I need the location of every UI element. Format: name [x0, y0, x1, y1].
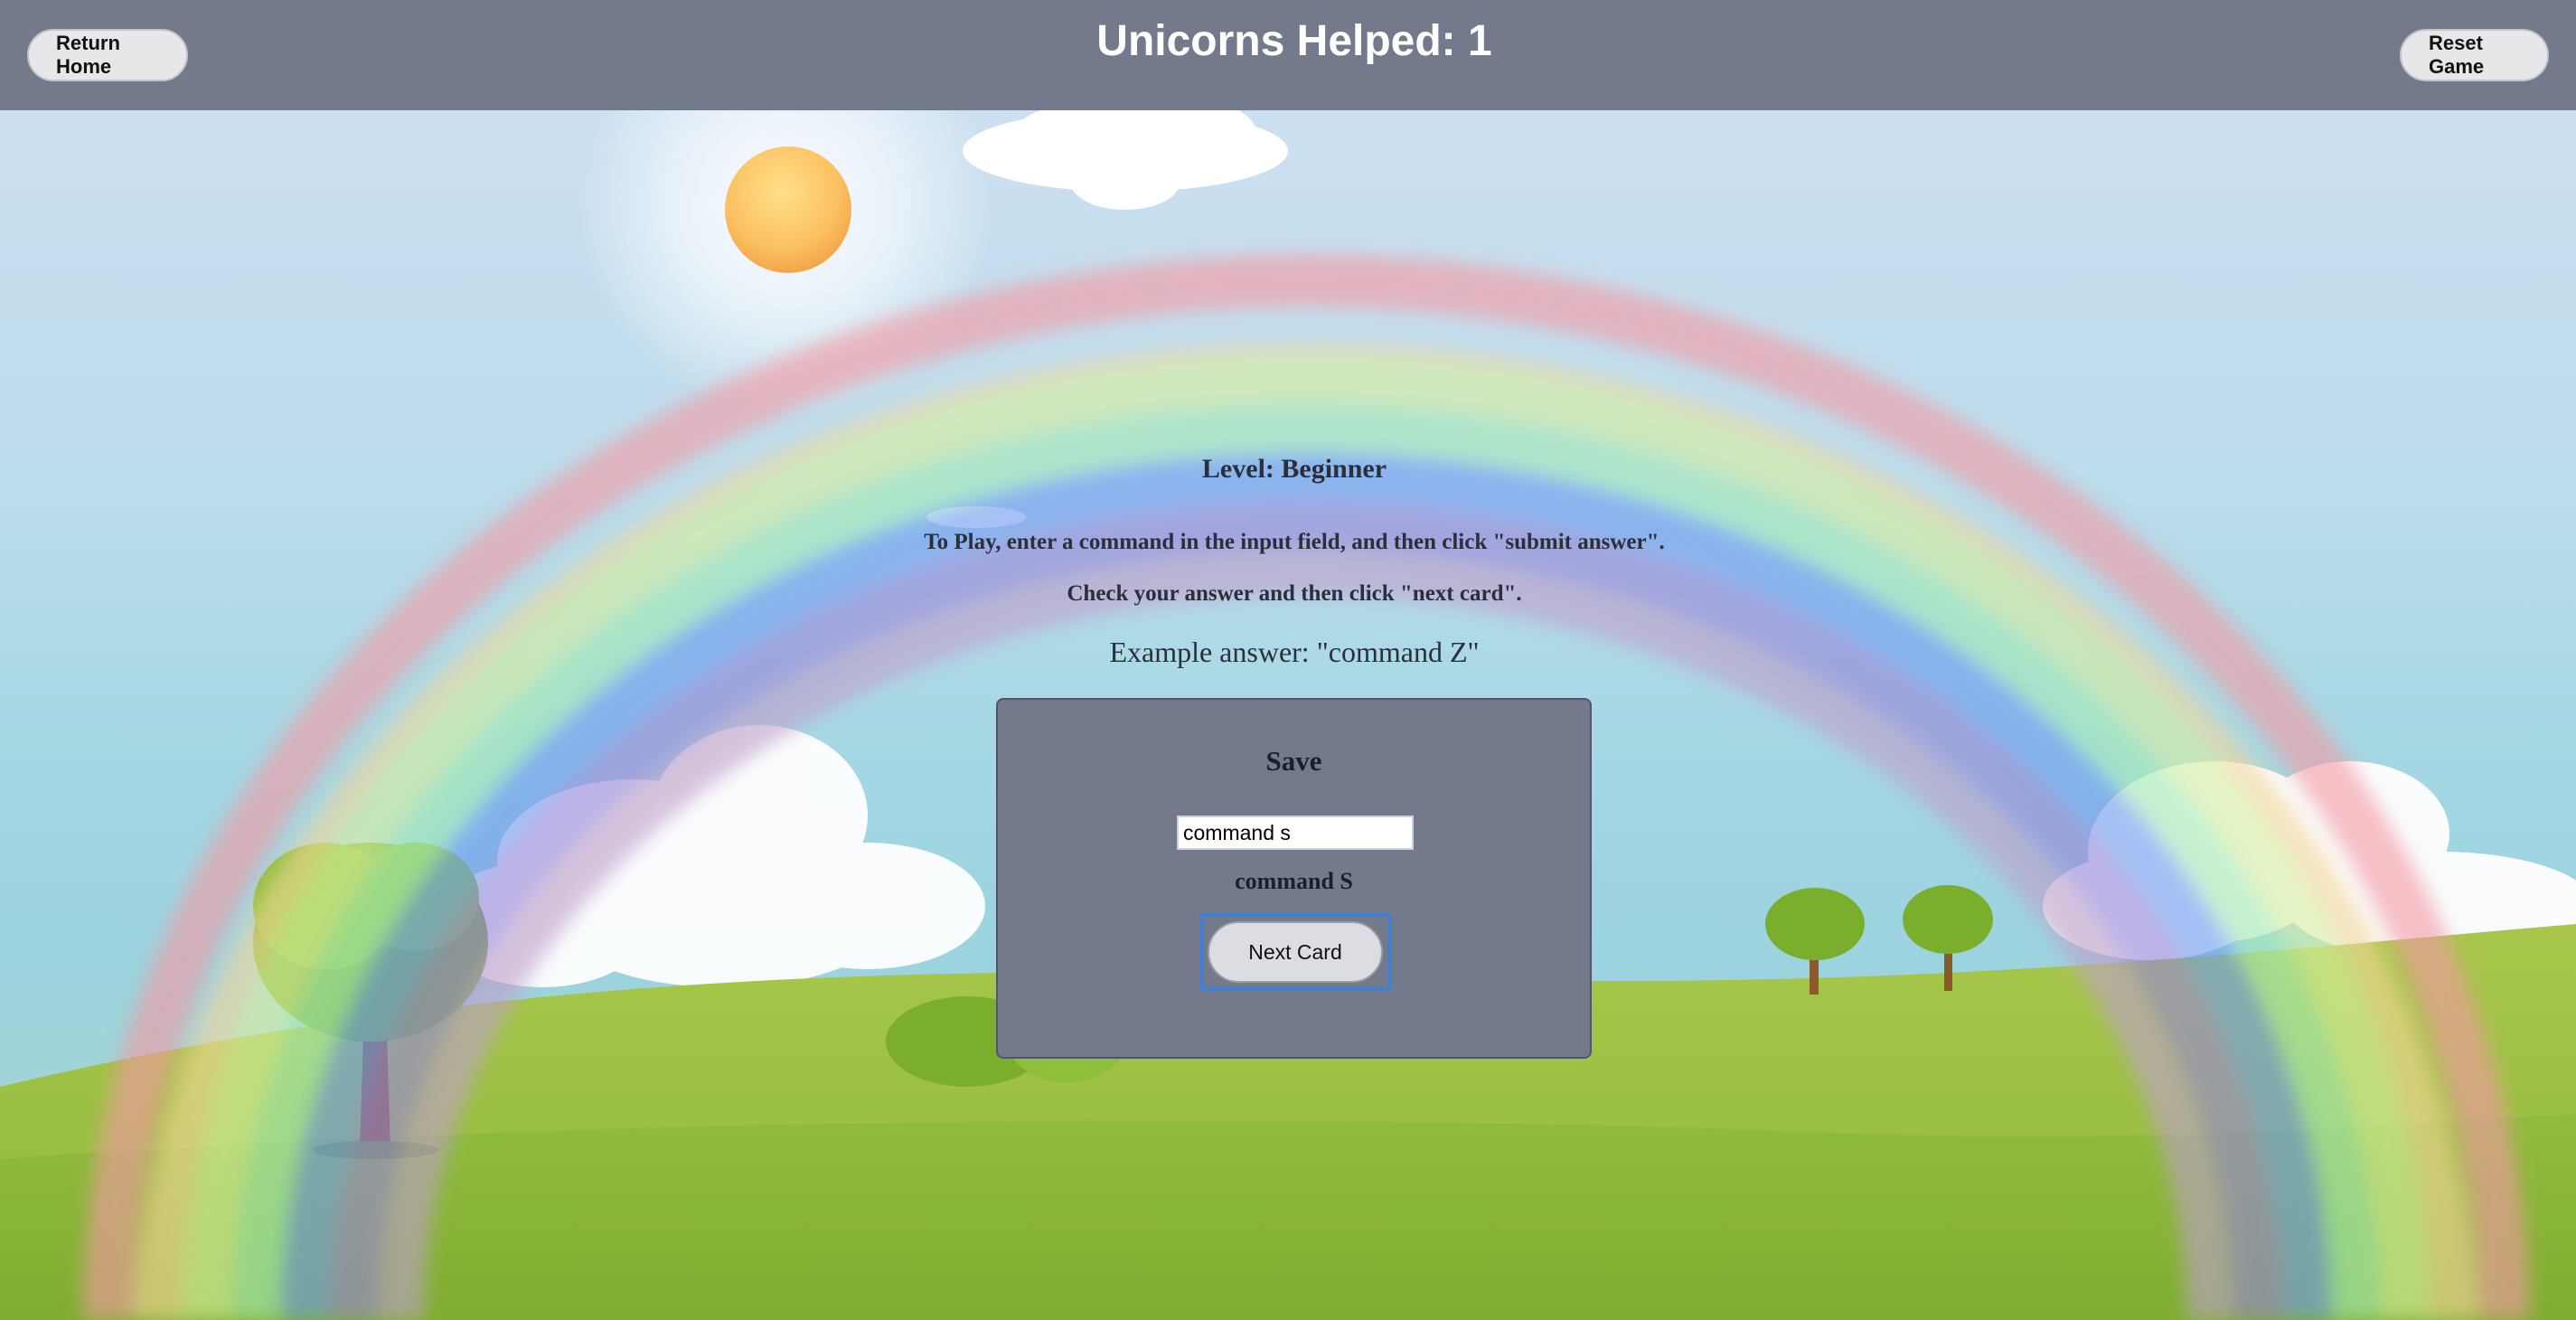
game-screen: Return Home Unicorns Helped: 1 Reset Gam…	[0, 0, 2576, 1320]
example-answer: Example answer: "command Z"	[1109, 636, 1480, 668]
instructions-line-1: To Play, enter a command in the input fi…	[924, 530, 1665, 554]
sun	[725, 146, 851, 273]
next-card-focus-ring: Next Card	[1199, 913, 1391, 991]
next-card-button[interactable]: Next Card	[1208, 921, 1383, 983]
instructions-line-2: Check your answer and then click "next c…	[1067, 581, 1522, 606]
level-heading: Level: Beginner	[1201, 454, 1387, 484]
flash-card: Save command S Next Card	[996, 698, 1592, 1059]
cloud-top	[963, 110, 1288, 210]
top-bar: Return Home Unicorns Helped: 1 Reset Gam…	[0, 0, 2576, 110]
correct-answer: command S	[1235, 868, 1353, 894]
unicorns-helped-counter: Unicorns Helped: 1	[1096, 17, 1492, 65]
answer-input[interactable]	[1177, 816, 1414, 850]
card-prompt-title: Save	[1265, 745, 1322, 777]
reset-game-button[interactable]: Reset Game	[2400, 29, 2549, 81]
